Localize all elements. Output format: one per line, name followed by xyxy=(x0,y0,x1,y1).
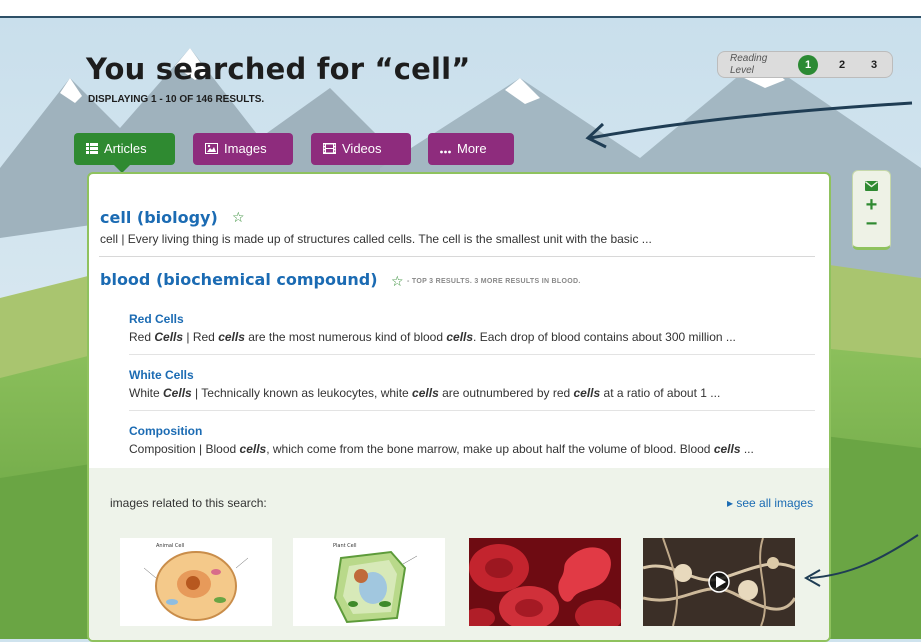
thumbnail-title: Plant Cell xyxy=(333,543,357,549)
image-icon xyxy=(205,134,218,166)
more-icon xyxy=(440,134,451,166)
subresult-title-white-cells[interactable]: White Cells xyxy=(129,368,194,382)
tab-videos[interactable]: Videos xyxy=(311,133,411,165)
favorite-star-icon[interactable]: ☆ xyxy=(232,211,245,225)
result-note: - TOP 3 RESULTS. 3 MORE RESULTS IN BLOOD… xyxy=(407,278,581,285)
favorite-star-icon[interactable]: ☆ xyxy=(391,275,404,289)
subresult-description: White Cells | Technically known as leuko… xyxy=(129,386,721,400)
subresult-title-red-cells[interactable]: Red Cells xyxy=(129,312,184,326)
divider xyxy=(129,410,815,411)
page-title: You searched for “cell” xyxy=(86,52,471,86)
tab-more-label: More xyxy=(457,141,487,156)
red-blood-cells-thumbnail[interactable] xyxy=(469,538,621,626)
tab-more[interactable]: More xyxy=(428,133,514,165)
related-images-section: images related to this search: ▸ see all… xyxy=(89,468,829,640)
tab-videos-label: Videos xyxy=(342,141,382,156)
tab-images[interactable]: Images xyxy=(193,133,293,165)
divider xyxy=(99,256,815,257)
reading-level-selector: Reading Level 1 2 3 xyxy=(717,51,893,78)
reading-level-1[interactable]: 1 xyxy=(798,55,818,75)
subresult-title-composition[interactable]: Composition xyxy=(129,424,202,438)
list-icon xyxy=(86,134,98,166)
related-images-label: images related to this search: xyxy=(110,496,267,510)
reading-level-2[interactable]: 2 xyxy=(832,55,852,75)
results-panel: cell (biology) ☆ cell | Every living thi… xyxy=(87,172,831,642)
tab-articles[interactable]: Articles xyxy=(74,133,175,165)
divider xyxy=(129,354,815,355)
see-all-images-label: see all images xyxy=(736,496,814,510)
subresult-description: Red Cells | Red cells are the most numer… xyxy=(129,330,736,344)
nerve-cells-video-thumbnail[interactable] xyxy=(643,538,795,626)
results-count: DISPLAYING 1 - 10 OF 146 RESULTS. xyxy=(88,94,265,105)
tab-articles-label: Articles xyxy=(104,141,147,156)
subresult-description: Composition | Blood cells, which come fr… xyxy=(129,442,754,456)
result-title-blood[interactable]: blood (biochemical compound) xyxy=(100,270,378,289)
result-description: cell | Every living thing is made up of … xyxy=(100,232,652,246)
zoom-out-button[interactable]: − xyxy=(853,214,890,234)
film-icon xyxy=(323,134,336,166)
see-all-images-link[interactable]: ▸ see all images xyxy=(727,496,813,510)
animal-cell-diagram-thumbnail[interactable]: Animal Cell xyxy=(120,538,272,626)
top-bar xyxy=(0,0,921,18)
result-title-cell-biology[interactable]: cell (biology) xyxy=(100,208,218,227)
tab-images-label: Images xyxy=(224,141,267,156)
plant-cell-diagram-thumbnail[interactable]: Plant Cell xyxy=(293,538,445,626)
reading-level-3[interactable]: 3 xyxy=(864,55,884,75)
reading-level-label: Reading Level xyxy=(730,53,768,76)
zoom-in-button[interactable]: + xyxy=(853,195,890,215)
page-tools: + − xyxy=(852,170,891,250)
thumbnail-title: Animal Cell xyxy=(156,543,184,549)
